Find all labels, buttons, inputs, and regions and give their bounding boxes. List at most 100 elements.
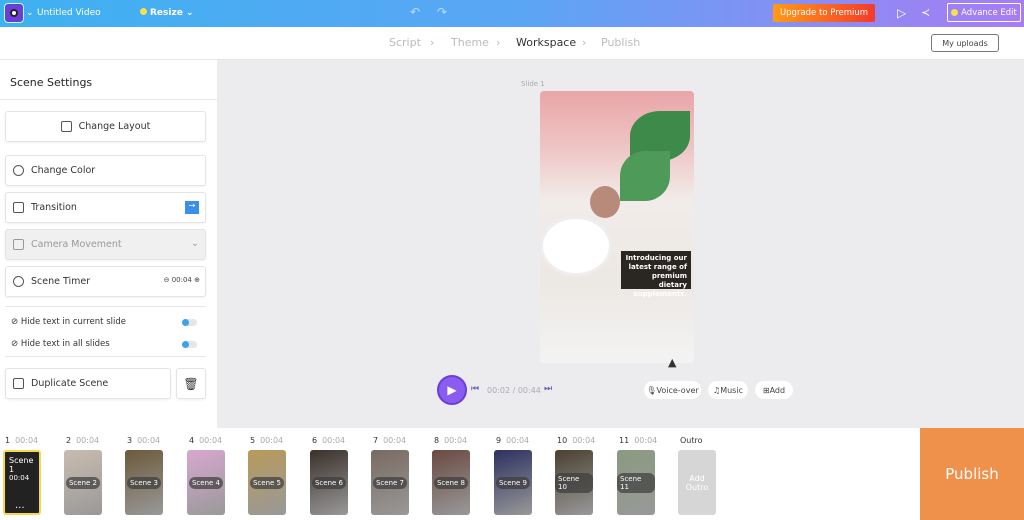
scene-timer-label: Scene Timer — [31, 276, 91, 287]
scene-number: 9 00:04 — [496, 436, 529, 445]
transition-arrow-icon[interactable]: → — [185, 201, 199, 214]
scene-label: Scene 8 — [433, 476, 469, 489]
slide-caption[interactable]: Introducing our latest range of premium … — [621, 251, 691, 298]
scene-thumbnail[interactable]: 2 00:04 Scene 2 — [64, 436, 102, 515]
step-separator: › — [582, 36, 587, 49]
hide-current-label: Hide text in current slide — [20, 317, 126, 327]
chevron-down-icon: ⌄ — [191, 238, 199, 249]
scene-image[interactable]: Scene 9 — [494, 450, 532, 515]
chevron-down-icon[interactable]: ⌄ — [26, 8, 34, 18]
panel-title: Scene Settings — [10, 76, 93, 89]
preview-play-icon[interactable]: ▷ — [897, 6, 906, 20]
scene-thumbnail[interactable]: 7 00:04 Scene 7 — [371, 436, 409, 515]
scene-number: 6 00:04 — [312, 436, 345, 445]
duplicate-label: Duplicate Scene — [31, 378, 109, 389]
trash-icon: 🗑 — [183, 376, 199, 391]
flower-image — [590, 186, 620, 218]
music-icon: ♫ — [713, 385, 721, 395]
scene-thumbnail[interactable]: 9 00:04 Scene 9 — [494, 436, 532, 515]
scene-image[interactable]: Scene 5 — [248, 450, 286, 515]
music-label: Music — [720, 385, 743, 395]
step-publish[interactable]: Publish — [601, 36, 640, 49]
add-media-icon: ⊞ — [762, 385, 770, 395]
scene-thumbnail[interactable]: 6 00:04 Scene 6 — [310, 436, 348, 515]
change-layout-label: Change Layout — [78, 121, 151, 132]
share-icon[interactable]: ≺ — [921, 6, 930, 19]
play-button[interactable]: ▶ — [437, 375, 467, 405]
scene-label: Scene 3 — [126, 476, 162, 489]
timer-increase-icon[interactable]: ⊕ — [194, 276, 200, 284]
scene-thumbnail[interactable]: 10 00:04 Scene 10 — [555, 436, 596, 515]
app-logo[interactable] — [4, 3, 24, 23]
step-theme[interactable]: Theme — [451, 36, 489, 49]
transition-row[interactable]: Transition → — [5, 192, 206, 223]
redo-icon[interactable]: ↷ — [437, 5, 447, 19]
scene-index: 7 — [373, 436, 379, 445]
change-color-label: Change Color — [31, 165, 96, 176]
previous-icon[interactable]: ⏮ — [471, 384, 479, 394]
slide-preview[interactable] — [540, 91, 694, 363]
scene-duration: 00:04 — [572, 436, 596, 445]
scene-image[interactable]: Scene 11 — [617, 450, 655, 515]
hide-text-all-row: ⊘ Hide text in all slides — [11, 339, 211, 349]
scene-number: 5 00:04 — [250, 436, 283, 445]
advance-edit-button[interactable]: Advance Edit — [947, 3, 1021, 22]
add-outro-button[interactable]: Add Outro — [678, 450, 716, 515]
scene-image[interactable]: Scene 6 — [310, 450, 348, 515]
step-workspace[interactable]: Workspace — [516, 36, 576, 49]
timer-decrease-icon[interactable]: ⊖ — [164, 276, 170, 284]
step-script[interactable]: Script — [389, 36, 421, 49]
scene-number: 7 00:04 — [373, 436, 406, 445]
scene-index: 4 — [189, 436, 195, 445]
my-uploads-button[interactable]: My uploads — [931, 34, 999, 52]
scene-timer-row: Scene Timer ⊖ 00:04 ⊕ — [5, 266, 206, 297]
delete-scene-button[interactable]: 🗑 — [176, 368, 206, 399]
hide-current-toggle[interactable] — [182, 319, 197, 326]
scene-number: 2 00:04 — [66, 436, 99, 445]
camera-movement-label: Camera Movement — [31, 239, 122, 250]
change-color-button[interactable]: Change Color — [5, 155, 206, 186]
leaf-image — [620, 151, 670, 201]
scene-index: 5 — [250, 436, 256, 445]
slide-label: Slide 1 — [521, 80, 545, 88]
add-button[interactable]: ⊞ Add — [755, 381, 793, 399]
scene-index: 10 — [557, 436, 568, 445]
upgrade-button[interactable]: Upgrade to Premium — [773, 4, 875, 22]
scene-image[interactable]: Scene 7 — [371, 450, 409, 515]
outro-label: Outro — [680, 436, 703, 445]
timer-icon — [13, 276, 24, 287]
scene-thumbnail[interactable]: 4 00:04 Scene 4 — [187, 436, 225, 515]
more-options-icon[interactable]: ... — [15, 500, 25, 511]
scene-label: Scene 6 — [311, 476, 347, 489]
camera-movement-dropdown[interactable]: Camera Movement ⌄ — [5, 229, 206, 260]
resize-button[interactable]: Resize ⌄ — [140, 8, 194, 18]
scene-label: Scene 2 — [65, 476, 101, 489]
resize-label: Resize — [150, 8, 183, 18]
change-layout-button[interactable]: Change Layout — [5, 111, 206, 142]
scene-thumbnail[interactable]: 11 00:04 Scene 11 — [617, 436, 657, 515]
music-button[interactable]: ♫ Music — [708, 381, 748, 399]
transition-icon — [13, 202, 24, 213]
scene-image[interactable]: Scene 2 — [64, 450, 102, 515]
scene-thumbnail[interactable]: 8 00:04 Scene 8 — [432, 436, 470, 515]
duplicate-scene-button[interactable]: Duplicate Scene — [5, 368, 171, 399]
publish-button[interactable]: Publish — [920, 428, 1024, 520]
next-icon[interactable]: ⏭ — [544, 384, 552, 394]
scene-image[interactable]: Scene 4 — [187, 450, 225, 515]
scene-thumbnail[interactable]: 5 00:04 Scene 5 — [248, 436, 286, 515]
scene-image[interactable]: Scene 1 00:04... — [3, 450, 41, 515]
step-bar — [0, 27, 1024, 60]
scene-label: Scene 11 — [617, 472, 655, 493]
scene-thumbnail[interactable]: 1 00:04 Scene 1 00:04... — [3, 436, 41, 515]
scene-thumbnail[interactable]: 3 00:04 Scene 3 — [125, 436, 163, 515]
slide-handle-icon[interactable]: ▲ — [668, 356, 676, 369]
divider — [5, 356, 206, 357]
video-title[interactable]: Untitled Video — [37, 8, 101, 18]
play-icon: ▶ — [447, 383, 457, 397]
scene-image[interactable]: Scene 3 — [125, 450, 163, 515]
scene-image[interactable]: Scene 10 — [555, 450, 593, 515]
undo-icon[interactable]: ↶ — [410, 5, 420, 19]
hide-all-toggle[interactable] — [182, 341, 197, 348]
voiceover-button[interactable]: 🎙 Voice-over — [644, 381, 701, 399]
scene-image[interactable]: Scene 8 — [432, 450, 470, 515]
